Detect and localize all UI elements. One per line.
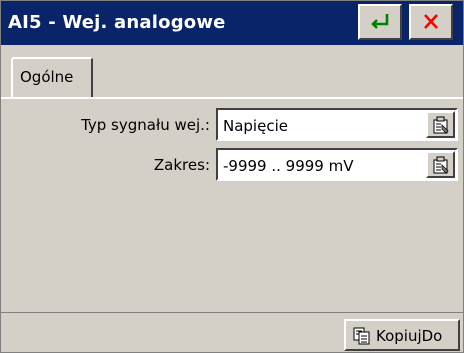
tab-label: Ogólne: [20, 68, 74, 86]
close-button[interactable]: [409, 4, 453, 40]
properties-icon: [433, 156, 449, 174]
range-value: -9999 .. 9999 mV: [223, 157, 354, 175]
copy-to-label: KopiujDo: [376, 327, 443, 345]
close-icon: [424, 14, 438, 29]
range-properties-button[interactable]: [426, 151, 455, 178]
bottom-bar: KopiujDo: [1, 312, 463, 352]
title-bar: AI5 - Wej. analogowe: [1, 1, 463, 45]
copy-icon: [353, 327, 370, 345]
enter-arrow-icon: [371, 14, 389, 29]
range-field[interactable]: -9999 .. 9999 mV: [216, 148, 458, 181]
range-label: Zakres:: [153, 156, 210, 174]
dialog-window: AI5 - Wej. analogowe Ogólne Typ sygnału …: [0, 0, 464, 353]
properties-icon: [433, 116, 449, 134]
signal-type-label: Typ sygnału wej.:: [81, 116, 210, 134]
copy-to-button[interactable]: KopiujDo: [344, 319, 460, 351]
signal-type-properties-button[interactable]: [426, 111, 455, 138]
ok-button[interactable]: [358, 4, 402, 40]
tab-general[interactable]: Ogólne: [11, 57, 93, 99]
window-title: AI5 - Wej. analogowe: [8, 12, 226, 33]
signal-type-value: Napięcie: [223, 117, 288, 135]
tab-strip: Ogólne: [1, 45, 463, 99]
signal-type-field[interactable]: Napięcie: [216, 108, 458, 141]
